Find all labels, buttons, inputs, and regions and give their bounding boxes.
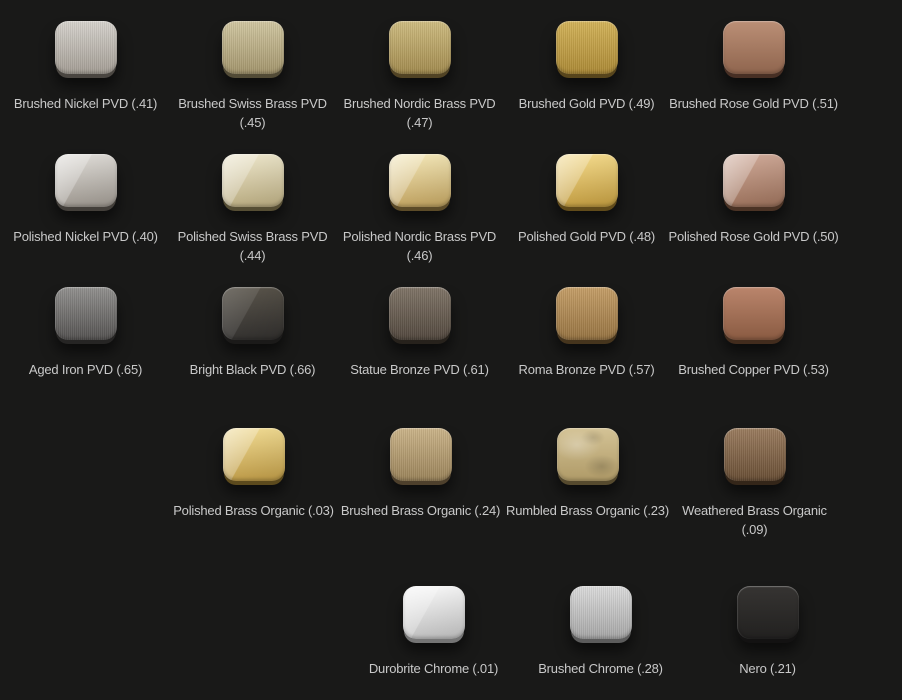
finish-row-organic: Polished Brass Organic (.03) Brushed Bra… — [170, 428, 838, 539]
swatch-statue-bronze-pvd[interactable] — [389, 287, 451, 340]
tile-brushed-brass-organic[interactable]: Brushed Brass Organic (.24) — [337, 428, 504, 539]
tile-polished-nordic-brass-pvd[interactable]: Polished Nordic Brass PVD (.46) — [336, 154, 503, 265]
finish-label: Durobrite Chrome (.01) — [339, 659, 529, 678]
finish-label: Polished Brass Organic (.03) — [159, 501, 349, 520]
tile-polished-brass-organic[interactable]: Polished Brass Organic (.03) — [170, 428, 337, 539]
swatch-brushed-chrome[interactable] — [570, 586, 632, 639]
finish-row-chrome: Durobrite Chrome (.01) Brushed Chrome (.… — [350, 586, 851, 678]
finish-row-polished-pvd: Polished Nickel PVD (.40) Polished Swiss… — [2, 154, 837, 265]
tile-statue-bronze-pvd[interactable]: Statue Bronze PVD (.61) — [336, 287, 503, 379]
tile-polished-gold-pvd[interactable]: Polished Gold PVD (.48) — [503, 154, 670, 265]
finish-label: Brushed Swiss Brass PVD (.45) — [158, 94, 348, 132]
tile-bright-black-pvd[interactable]: Bright Black PVD (.66) — [169, 287, 336, 379]
tile-brushed-swiss-brass-pvd[interactable]: Brushed Swiss Brass PVD (.45) — [169, 21, 336, 132]
swatch-polished-gold-pvd[interactable] — [556, 154, 618, 207]
swatch-nero[interactable] — [737, 586, 799, 639]
swatch-polished-brass-organic[interactable] — [223, 428, 285, 481]
swatch-brushed-gold-pvd[interactable] — [556, 21, 618, 74]
swatch-polished-swiss-brass-pvd[interactable] — [222, 154, 284, 207]
swatch-brushed-brass-organic[interactable] — [390, 428, 452, 481]
tile-polished-swiss-brass-pvd[interactable]: Polished Swiss Brass PVD (.44) — [169, 154, 336, 265]
swatch-brushed-nickel-pvd[interactable] — [55, 21, 117, 74]
tile-roma-bronze-pvd[interactable]: Roma Bronze PVD (.57) — [503, 287, 670, 379]
tile-brushed-nordic-brass-pvd[interactable]: Brushed Nordic Brass PVD (.47) — [336, 21, 503, 132]
finish-label: Weathered Brass Organic (.09) — [660, 501, 850, 539]
finish-label: Brushed Gold PVD (.49) — [492, 94, 682, 113]
finish-label: Brushed Nordic Brass PVD (.47) — [325, 94, 515, 132]
swatch-polished-nordic-brass-pvd[interactable] — [389, 154, 451, 207]
swatch-brushed-copper-pvd[interactable] — [723, 287, 785, 340]
finish-label: Brushed Chrome (.28) — [506, 659, 696, 678]
finish-label: Polished Nickel PVD (.40) — [0, 227, 181, 246]
tile-brushed-chrome[interactable]: Brushed Chrome (.28) — [517, 586, 684, 678]
swatch-roma-bronze-pvd[interactable] — [556, 287, 618, 340]
swatch-polished-nickel-pvd[interactable] — [55, 154, 117, 207]
swatch-aged-iron-pvd[interactable] — [55, 287, 117, 340]
tile-weathered-brass-organic[interactable]: Weathered Brass Organic (.09) — [671, 428, 838, 539]
swatch-brushed-rose-gold-pvd[interactable] — [723, 21, 785, 74]
swatch-bright-black-pvd[interactable] — [222, 287, 284, 340]
swatch-weathered-brass-organic[interactable] — [724, 428, 786, 481]
tile-brushed-rose-gold-pvd[interactable]: Brushed Rose Gold PVD (.51) — [670, 21, 837, 132]
tile-durobrite-chrome[interactable]: Durobrite Chrome (.01) — [350, 586, 517, 678]
tile-brushed-copper-pvd[interactable]: Brushed Copper PVD (.53) — [670, 287, 837, 379]
finish-label: Brushed Rose Gold PVD (.51) — [659, 94, 849, 113]
tile-brushed-nickel-pvd[interactable]: Brushed Nickel PVD (.41) — [2, 21, 169, 132]
tile-nero[interactable]: Nero (.21) — [684, 586, 851, 678]
finish-swatch-grid: Brushed Nickel PVD (.41) Brushed Swiss B… — [0, 0, 902, 700]
finish-row-dark-pvd: Aged Iron PVD (.65) Bright Black PVD (.6… — [2, 287, 837, 379]
finish-row-brushed-pvd: Brushed Nickel PVD (.41) Brushed Swiss B… — [2, 21, 837, 132]
finish-label: Rumbled Brass Organic (.23) — [493, 501, 683, 520]
swatch-brushed-swiss-brass-pvd[interactable] — [222, 21, 284, 74]
finish-label: Polished Gold PVD (.48) — [492, 227, 682, 246]
tile-rumbled-brass-organic[interactable]: Rumbled Brass Organic (.23) — [504, 428, 671, 539]
tile-aged-iron-pvd[interactable]: Aged Iron PVD (.65) — [2, 287, 169, 379]
finish-label: Bright Black PVD (.66) — [158, 360, 348, 379]
finish-label: Aged Iron PVD (.65) — [0, 360, 181, 379]
finish-label: Polished Nordic Brass PVD (.46) — [325, 227, 515, 265]
tile-polished-nickel-pvd[interactable]: Polished Nickel PVD (.40) — [2, 154, 169, 265]
finish-label: Polished Rose Gold PVD (.50) — [659, 227, 849, 246]
finish-label: Nero (.21) — [673, 659, 863, 678]
finish-label: Roma Bronze PVD (.57) — [492, 360, 682, 379]
swatch-rumbled-brass-organic[interactable] — [557, 428, 619, 481]
finish-label: Statue Bronze PVD (.61) — [325, 360, 515, 379]
tile-polished-rose-gold-pvd[interactable]: Polished Rose Gold PVD (.50) — [670, 154, 837, 265]
swatch-polished-rose-gold-pvd[interactable] — [723, 154, 785, 207]
tile-brushed-gold-pvd[interactable]: Brushed Gold PVD (.49) — [503, 21, 670, 132]
swatch-brushed-nordic-brass-pvd[interactable] — [389, 21, 451, 74]
finish-label: Polished Swiss Brass PVD (.44) — [158, 227, 348, 265]
finish-label: Brushed Nickel PVD (.41) — [0, 94, 181, 113]
finish-label: Brushed Brass Organic (.24) — [326, 501, 516, 520]
finish-label: Brushed Copper PVD (.53) — [659, 360, 849, 379]
swatch-durobrite-chrome[interactable] — [403, 586, 465, 639]
